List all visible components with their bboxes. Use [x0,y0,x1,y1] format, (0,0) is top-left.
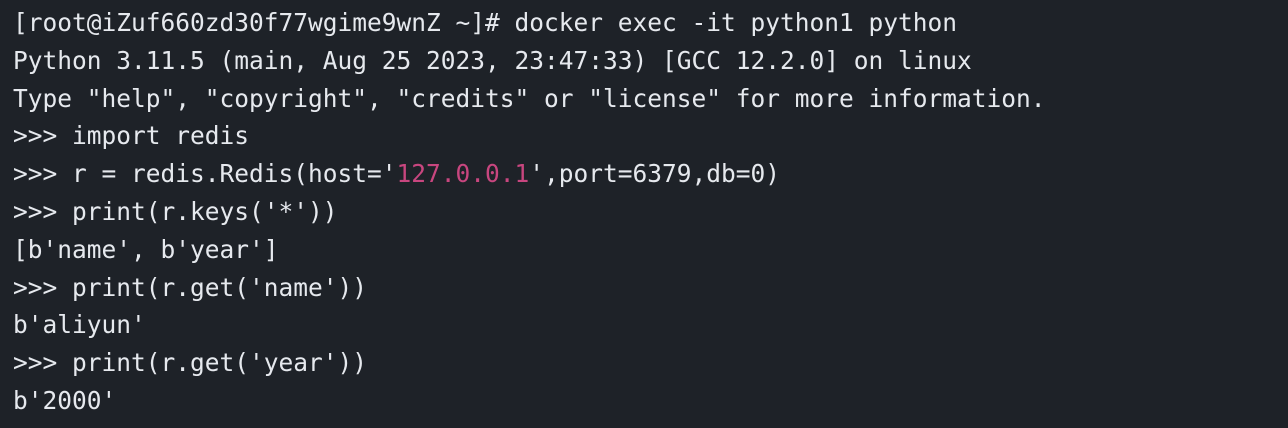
terminal-line-import-redis: >>> import redis [13,121,250,151]
terminal-line-get-name: >>> print(r.get('name')) [13,272,368,302]
code-suffix: ',port=6379,db=0) [529,159,781,189]
terminal-line-keys-output: [b'name', b'year'] [13,234,279,264]
terminal-line-get-year: >>> print(r.get('year')) [13,348,368,378]
terminal-line-python-version: Python 3.11.5 (main, Aug 25 2023, 23:47:… [13,45,972,75]
code-prefix: >>> r = redis.Redis(host=' [13,159,397,189]
terminal-window[interactable]: [root@iZuf660zd30f77wgime9wnZ ~]# docker… [0,0,1288,428]
terminal-line-python-banner: Type "help", "copyright", "credits" or "… [13,83,1046,113]
terminal-line-year-output: b'2000' [13,385,117,415]
terminal-line-name-output: b'aliyun' [13,310,146,340]
terminal-line-redis-connect: >>> r = redis.Redis(host='127.0.0.1',por… [13,155,1288,193]
terminal-line-docker-command: [root@iZuf660zd30f77wgime9wnZ ~]# docker… [13,8,958,37]
terminal-line-print-keys: >>> print(r.keys('*')) [13,196,338,226]
host-string-literal: 127.0.0.1 [396,159,530,189]
